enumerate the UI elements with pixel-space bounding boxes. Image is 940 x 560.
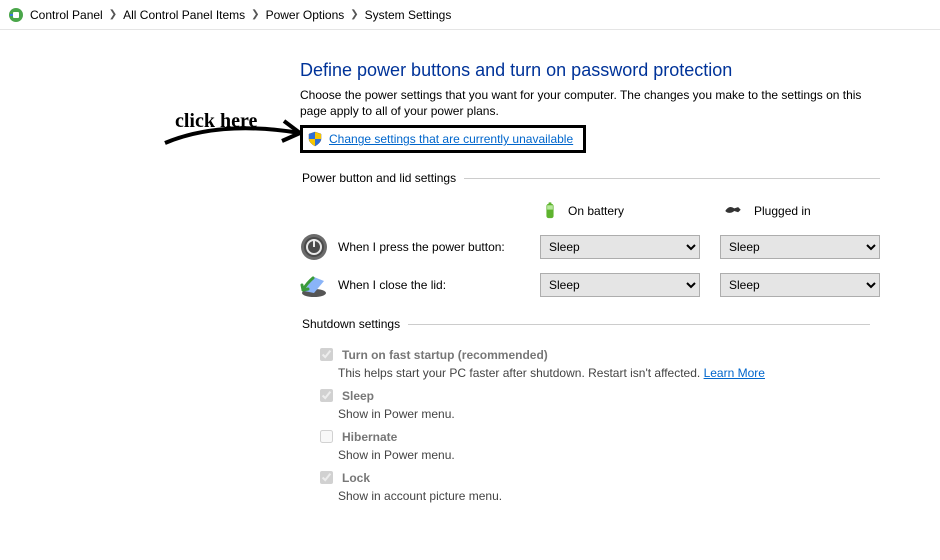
sleep-checkbox[interactable]	[320, 389, 333, 402]
fast-startup-title: Turn on fast startup (recommended)	[342, 348, 548, 362]
column-plugged-in: Plugged in	[754, 204, 811, 218]
shutdown-section: Shutdown settings Turn on fast startup (…	[300, 317, 870, 509]
power-button-row-label: When I press the power button:	[338, 240, 505, 254]
breadcrumb: Control Panel ❯ All Control Panel Items …	[0, 0, 940, 30]
breadcrumb-item: System Settings	[365, 8, 452, 22]
breadcrumb-item[interactable]: All Control Panel Items	[123, 8, 245, 22]
lid-battery-select[interactable]: Sleep	[540, 273, 700, 297]
chevron-right-icon: ❯	[251, 9, 259, 20]
hibernate-sub: Show in Power menu.	[316, 448, 870, 462]
hibernate-title: Hibernate	[342, 430, 397, 444]
lock-sub: Show in account picture menu.	[316, 489, 870, 503]
learn-more-link[interactable]: Learn More	[704, 366, 765, 380]
chevron-right-icon: ❯	[350, 9, 358, 20]
chevron-right-icon: ❯	[109, 9, 117, 20]
uac-shield-icon	[307, 131, 323, 147]
fast-startup-sub: This helps start your PC faster after sh…	[338, 366, 704, 380]
lock-title: Lock	[342, 471, 370, 485]
sleep-title: Sleep	[342, 389, 374, 403]
section-legend: Shutdown settings	[300, 317, 408, 331]
power-button-plugged-select[interactable]: Sleep	[720, 235, 880, 259]
battery-icon	[540, 199, 560, 223]
column-on-battery: On battery	[568, 204, 624, 218]
power-button-section: Power button and lid settings On battery…	[300, 171, 880, 309]
change-settings-link[interactable]: Change settings that are currently unava…	[329, 132, 573, 146]
lid-plugged-select[interactable]: Sleep	[720, 273, 880, 297]
system-settings-panel: Define power buttons and turn on passwor…	[300, 60, 870, 509]
control-panel-icon	[8, 7, 24, 23]
lock-checkbox[interactable]	[320, 471, 333, 484]
page-description: Choose the power settings that you want …	[300, 87, 870, 119]
page-title: Define power buttons and turn on passwor…	[300, 60, 870, 81]
sleep-sub: Show in Power menu.	[316, 407, 870, 421]
lid-row-label: When I close the lid:	[338, 278, 446, 292]
breadcrumb-item[interactable]: Power Options	[266, 8, 345, 22]
breadcrumb-item[interactable]: Control Panel	[30, 8, 103, 22]
hibernate-checkbox[interactable]	[320, 430, 333, 443]
shutdown-item-hibernate: Hibernate Show in Power menu.	[316, 427, 870, 462]
fast-startup-checkbox[interactable]	[320, 348, 333, 361]
shutdown-item-lock: Lock Show in account picture menu.	[316, 468, 870, 503]
shutdown-item-sleep: Sleep Show in Power menu.	[316, 386, 870, 421]
shutdown-item-fast-startup: Turn on fast startup (recommended) This …	[316, 345, 870, 380]
section-legend: Power button and lid settings	[300, 171, 464, 185]
lid-icon	[300, 271, 328, 299]
arrow-annotation-icon	[160, 115, 320, 175]
power-button-battery-select[interactable]: Sleep	[540, 235, 700, 259]
plug-icon	[720, 202, 746, 220]
change-settings-box: Change settings that are currently unava…	[300, 125, 586, 153]
power-button-icon	[300, 233, 328, 261]
